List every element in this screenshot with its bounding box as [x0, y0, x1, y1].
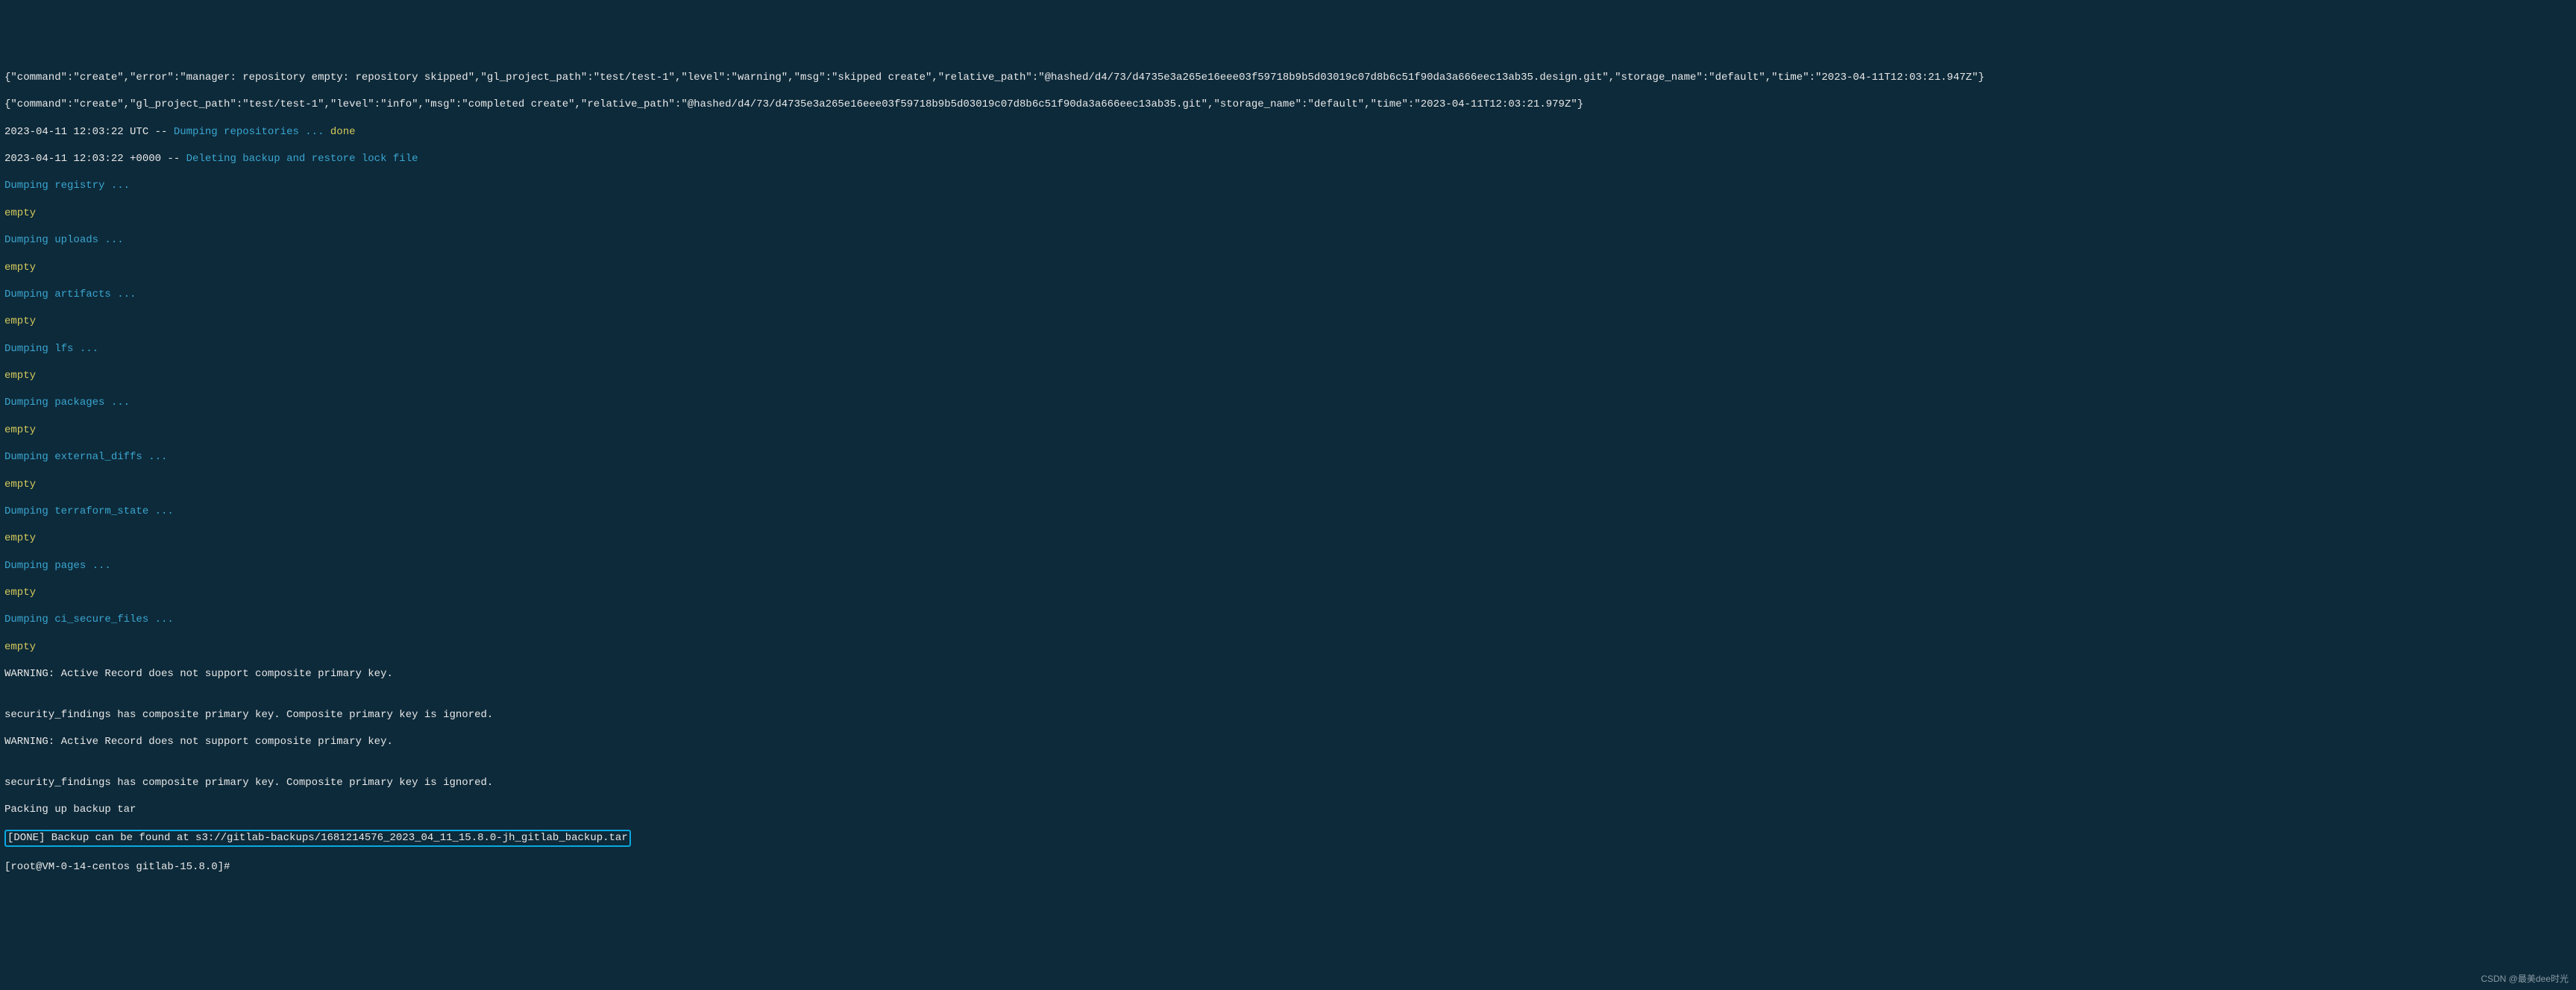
- dump-registry: Dumping registry ...: [4, 179, 2572, 192]
- warning-security-findings: security_findings has composite primary …: [4, 776, 2572, 789]
- dump-ci-secure-files: Dumping ci_secure_files ...: [4, 613, 2572, 626]
- shell-prompt[interactable]: [root@VM-0-14-centos gitlab-15.8.0]#: [4, 860, 2572, 874]
- log-json-info: {"command":"create","gl_project_path":"t…: [4, 98, 2572, 111]
- done-backup-highlight: [DONE] Backup can be found at s3://gitla…: [4, 830, 2572, 846]
- packing-backup-tar: Packing up backup tar: [4, 803, 2572, 816]
- dump-lfs: Dumping lfs ...: [4, 342, 2572, 356]
- log-dumping-repos: 2023-04-11 12:03:22 UTC -- Dumping repos…: [4, 125, 2572, 139]
- watermark: CSDN @最美dee时光: [2481, 974, 2569, 986]
- status-empty: empty: [4, 532, 2572, 545]
- dump-uploads: Dumping uploads ...: [4, 233, 2572, 247]
- status-empty: empty: [4, 206, 2572, 220]
- status-empty: empty: [4, 586, 2572, 599]
- warning-security-findings: security_findings has composite primary …: [4, 708, 2572, 722]
- dump-artifacts: Dumping artifacts ...: [4, 288, 2572, 301]
- status-empty: empty: [4, 261, 2572, 274]
- status-empty: empty: [4, 478, 2572, 491]
- warning-active-record: WARNING: Active Record does not support …: [4, 667, 2572, 681]
- dump-packages: Dumping packages ...: [4, 396, 2572, 409]
- log-deleting-lock: 2023-04-11 12:03:22 +0000 -- Deleting ba…: [4, 152, 2572, 165]
- log-json-warning: {"command":"create","error":"manager: re…: [4, 71, 2572, 84]
- terminal-output[interactable]: {"command":"create","error":"manager: re…: [4, 57, 2572, 887]
- dump-external-diffs: Dumping external_diffs ...: [4, 450, 2572, 464]
- status-empty: empty: [4, 369, 2572, 382]
- warning-active-record: WARNING: Active Record does not support …: [4, 735, 2572, 748]
- status-empty: empty: [4, 315, 2572, 328]
- status-empty: empty: [4, 423, 2572, 437]
- dump-pages: Dumping pages ...: [4, 559, 2572, 573]
- dump-terraform-state: Dumping terraform_state ...: [4, 505, 2572, 518]
- status-empty: empty: [4, 640, 2572, 654]
